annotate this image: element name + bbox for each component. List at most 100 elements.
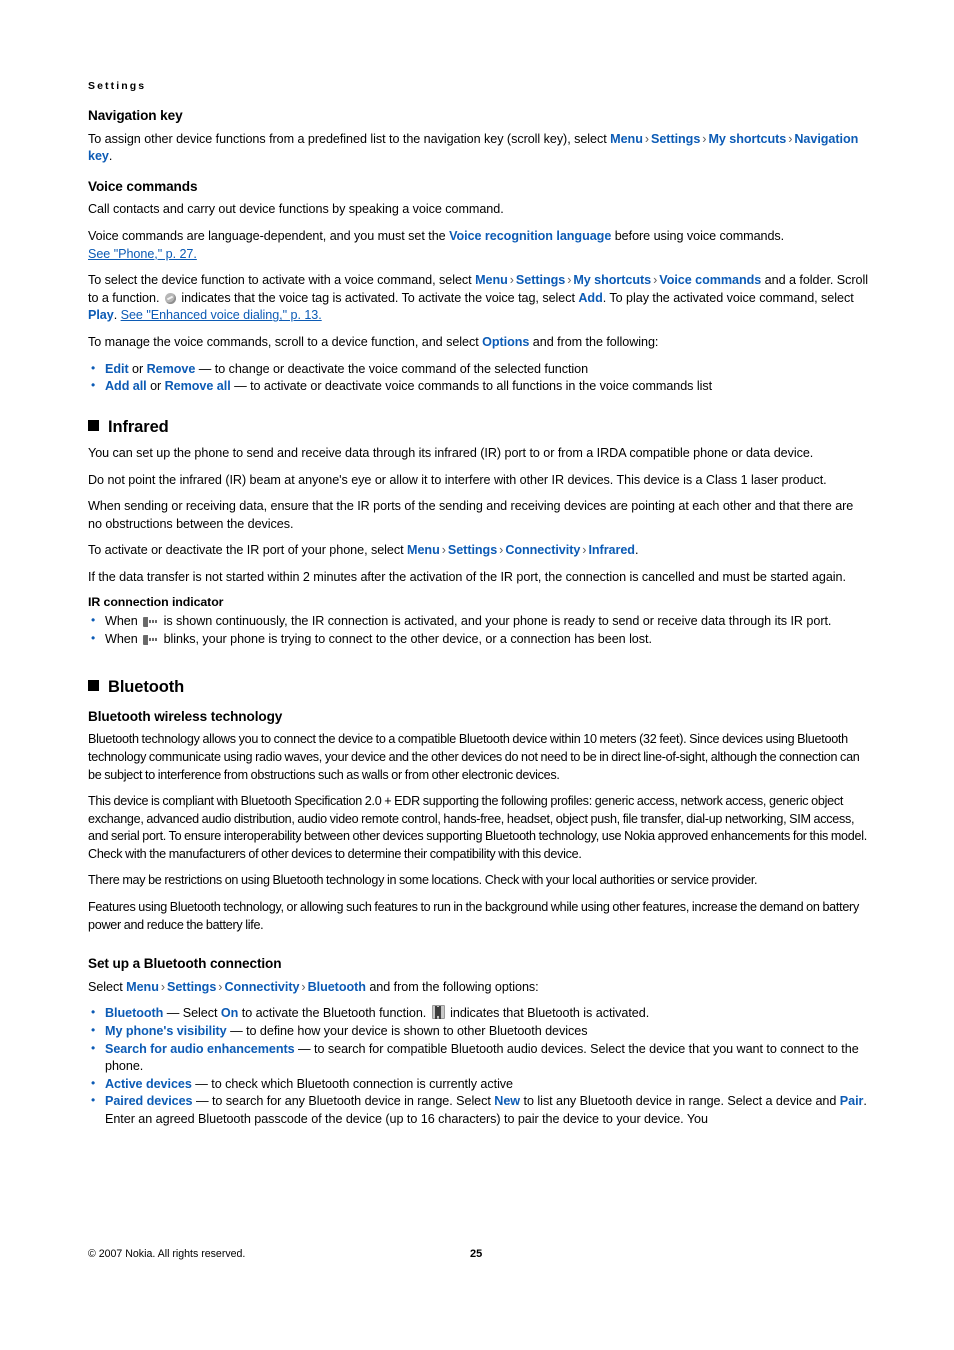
section-square-bullet-icon (88, 419, 99, 431)
keyword-settings: Settings (447, 543, 498, 558)
text-run: — to search for any Bluetooth device in … (192, 1094, 495, 1109)
text-run: — Select (163, 1006, 221, 1021)
keyword-paired-devices: Paired devices (105, 1094, 193, 1109)
heading-ir-connection-indicator: IR connection indicator (88, 595, 224, 610)
heading-bluetooth: Bluetooth (88, 678, 870, 696)
text-run: to list any Bluetooth device in range. S… (520, 1094, 840, 1109)
text-run: and from the following: (529, 335, 659, 349)
keyword-my-shortcuts: My shortcuts (708, 131, 787, 146)
keyword-remove-all: Remove all (164, 379, 231, 394)
ir-beam-icon (143, 634, 159, 645)
keyword-voice-recognition-language: Voice recognition language (449, 229, 612, 244)
text-run: To activate or deactivate the IR port of… (88, 543, 408, 558)
keyword-on: On (220, 1006, 239, 1021)
keyword-my-shortcuts: My shortcuts (573, 273, 652, 288)
list-bluetooth-options: Bluetooth — Select On to activate the Bl… (88, 1004, 870, 1128)
text-run: Select (88, 979, 127, 994)
paragraph-bluetooth-restrictions: There may be restrictions on using Bluet… (88, 873, 758, 888)
paragraph-voice-manage: To manage the voice commands, scroll to … (88, 334, 870, 352)
list-item: My phone's visibility — to define how yo… (88, 1022, 870, 1041)
text-run: — to activate or deactivate voice comman… (230, 379, 713, 394)
list-item: Paired devices — to search for any Bluet… (88, 1092, 870, 1128)
breadcrumb-separator: › (644, 131, 649, 146)
list-item: Search for audio enhancements — to searc… (88, 1040, 870, 1076)
keyword-add: Add (578, 290, 603, 305)
text-run: To assign other device functions from a … (88, 131, 611, 146)
text-run: indicates that the voice tag is activate… (177, 290, 579, 305)
keyword-new: New (494, 1094, 521, 1109)
page-number: 25 (470, 1248, 483, 1260)
paragraph-bluetooth-setup-lead: Select Menu › Settings › Connectivity › Blueto… (88, 979, 870, 997)
paragraph-infrared-timeout: If the data transfer is not started with… (88, 569, 846, 584)
keyword-bluetooth: Bluetooth (105, 1006, 164, 1021)
text-run: Voice commands are language-dependent, a… (88, 229, 450, 244)
paragraph-bluetooth-specification: This device is compliant with Bluetooth … (88, 794, 867, 861)
paragraph-navigation-key: To assign other device functions from a … (88, 131, 870, 166)
list-ir-indicator-states: When is shown continuously, the IR conne… (88, 612, 870, 649)
paragraph-bluetooth-battery: Features using Bluetooth technology, or … (88, 900, 859, 932)
keyword-connectivity: Connectivity (505, 543, 581, 558)
text-run: — to change or deactivate the voice comm… (195, 361, 589, 376)
keyword-remove: Remove (146, 361, 196, 376)
text-run: When (105, 631, 142, 646)
list-item: When is shown continuously, the IR conne… (88, 612, 870, 631)
text-run: To manage the voice commands, scroll to … (88, 335, 483, 349)
keyword-voice-commands: Voice commands (659, 273, 762, 288)
keyword-edit: Edit (105, 361, 129, 376)
text-run: and from the following options: (365, 979, 539, 994)
keyword-menu: Menu (475, 273, 508, 288)
text-run: is shown continuously, the IR connection… (160, 614, 832, 629)
text-run: To select the device function to activat… (88, 273, 476, 288)
breadcrumb-separator: › (509, 273, 514, 288)
paragraph-infrared-alignment: When sending or receiving data, ensure t… (88, 499, 854, 531)
text-run: indicates that Bluetooth is activated. (446, 1006, 650, 1021)
heading-text: Infrared (108, 417, 169, 436)
heading-navigation-key: Navigation key (88, 108, 183, 123)
keyword-search-for-audio-enhancements: Search for audio enhancements (105, 1041, 295, 1056)
heading-voice-commands: Voice commands (88, 178, 198, 194)
keyword-my-phones-visibility: My phone's visibility (105, 1024, 227, 1039)
text-run: blinks, your phone is trying to connect … (160, 631, 652, 646)
list-item: Active devices — to check which Bluetoot… (88, 1075, 870, 1094)
text-run: or (128, 361, 147, 376)
text-run: . (634, 543, 639, 558)
paragraph-voice-intro: Call contacts and carry out device funct… (88, 202, 504, 217)
list-item: Bluetooth — Select On to activate the Bl… (88, 1004, 870, 1023)
keyword-menu: Menu (407, 543, 440, 558)
keyword-connectivity: Connectivity (224, 979, 300, 994)
keyword-play: Play (88, 308, 114, 323)
breadcrumb-separator: › (160, 979, 165, 994)
paragraph-infrared-warning: Do not point the infrared (IR) beam at a… (88, 472, 827, 487)
text-run: When (105, 614, 142, 629)
keyword-bluetooth: Bluetooth (307, 979, 366, 994)
keyword-menu: Menu (126, 979, 159, 994)
keyword-active-devices: Active devices (105, 1076, 192, 1091)
heading-text: Bluetooth (108, 677, 185, 696)
paragraph-infrared-activate: To activate or deactivate the IR port of… (88, 542, 870, 560)
cross-reference-enhanced-voice-dialing[interactable]: See "Enhanced voice dialing," p. 13. (121, 308, 322, 322)
list-item: When blinks, your phone is trying to con… (88, 630, 870, 649)
paragraph-voice-select: To select the device function to activat… (88, 272, 870, 325)
keyword-add-all: Add all (105, 379, 147, 394)
breadcrumb-separator: › (441, 543, 446, 558)
keyword-settings: Settings (515, 273, 566, 288)
text-run: . (108, 149, 113, 164)
list-voice-command-options: Edit or Remove — to change or deactivate… (88, 360, 870, 396)
keyword-pair: Pair (839, 1094, 864, 1109)
text-run: — to check which Bluetooth connection is… (191, 1076, 514, 1091)
text-run: . To play the activated voice command, s… (602, 290, 854, 305)
keyword-menu: Menu (610, 131, 643, 146)
paragraph-infrared-intro: You can set up the phone to send and rec… (88, 445, 814, 460)
text-run: to activate the Bluetooth function. (238, 1006, 430, 1021)
voice-tag-icon (164, 292, 176, 304)
breadcrumb-separator: › (301, 979, 306, 994)
cross-reference-phone[interactable]: See "Phone," p. 27. (88, 247, 197, 261)
list-item: Add all or Remove all — to activate or d… (88, 377, 870, 396)
document-page: Settings Navigation key To assign other … (88, 0, 870, 1350)
text-run: . (113, 308, 121, 323)
text-run: before using voice commands. (611, 229, 785, 244)
paragraph-bluetooth-range: Bluetooth technology allows you to conne… (88, 732, 860, 782)
keyword-settings: Settings (651, 131, 701, 146)
keyword-infrared: Infrared (588, 543, 635, 558)
ir-beam-icon (143, 617, 159, 628)
